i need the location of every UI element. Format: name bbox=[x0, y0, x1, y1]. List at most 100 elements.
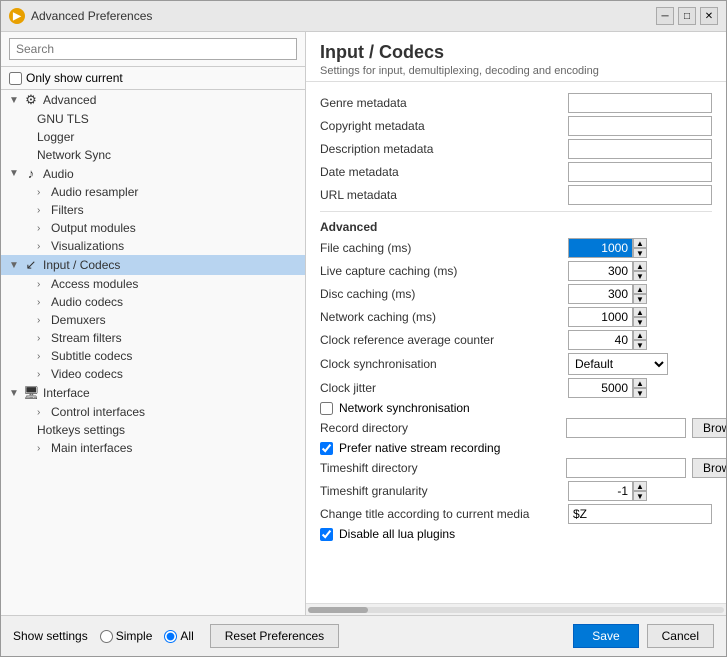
description-metadata-row: Description metadata bbox=[320, 139, 712, 159]
timeshift-directory-input[interactable] bbox=[566, 458, 686, 478]
disc-caching-up[interactable]: ▲ bbox=[633, 284, 647, 294]
sidebar-item-audio[interactable]: ▼ ♪ Audio bbox=[1, 164, 305, 183]
sidebar-item-network-sync[interactable]: Network Sync bbox=[33, 146, 305, 164]
prefer-native-checkbox[interactable] bbox=[320, 442, 333, 455]
visualizations-label: Visualizations bbox=[51, 239, 124, 253]
timeshift-granularity-up[interactable]: ▲ bbox=[633, 481, 647, 491]
sidebar-item-audio-resampler[interactable]: › Audio resampler bbox=[33, 183, 305, 201]
copyright-metadata-label: Copyright metadata bbox=[320, 119, 560, 133]
subtitle-codecs-label: Subtitle codecs bbox=[51, 349, 132, 363]
timeshift-granularity-input[interactable] bbox=[568, 481, 633, 501]
record-directory-label: Record directory bbox=[320, 421, 560, 435]
sidebar-item-advanced[interactable]: ▼ ⚙ Advanced bbox=[1, 90, 305, 110]
clock-jitter-spinner: ▲ ▼ bbox=[568, 378, 647, 398]
file-caching-up[interactable]: ▲ bbox=[633, 238, 647, 248]
date-metadata-input[interactable] bbox=[568, 162, 712, 182]
sidebar-item-visualizations[interactable]: › Visualizations bbox=[33, 237, 305, 255]
clock-reference-up[interactable]: ▲ bbox=[633, 330, 647, 340]
clock-jitter-row: Clock jitter ▲ ▼ bbox=[320, 378, 712, 398]
minimize-button[interactable]: ─ bbox=[656, 7, 674, 25]
url-metadata-input[interactable] bbox=[568, 185, 712, 205]
sidebar-item-filters[interactable]: › Filters bbox=[33, 201, 305, 219]
disc-caching-down[interactable]: ▼ bbox=[633, 294, 647, 304]
bottom-bar: Show settings Simple All Reset Preferenc… bbox=[1, 615, 726, 656]
cancel-button[interactable]: Cancel bbox=[647, 624, 714, 648]
file-caching-input[interactable] bbox=[568, 238, 633, 258]
video-codecs-label: Video codecs bbox=[51, 367, 123, 381]
maximize-button[interactable]: □ bbox=[678, 7, 696, 25]
radio-all[interactable] bbox=[164, 630, 177, 643]
clock-reference-input[interactable] bbox=[568, 330, 633, 350]
radio-simple-label: Simple bbox=[116, 629, 153, 643]
live-capture-spinner: ▲ ▼ bbox=[568, 261, 647, 281]
advanced-children: GNU TLS Logger Network Sync bbox=[1, 110, 305, 164]
description-metadata-input[interactable] bbox=[568, 139, 712, 159]
genre-metadata-input[interactable] bbox=[568, 93, 712, 113]
save-button[interactable]: Save bbox=[573, 624, 638, 648]
timeshift-granularity-row: Timeshift granularity ▲ ▼ bbox=[320, 481, 712, 501]
sidebar-item-audio-codecs[interactable]: › Audio codecs bbox=[33, 293, 305, 311]
disc-caching-input[interactable] bbox=[568, 284, 633, 304]
network-caching-spinner: ▲ ▼ bbox=[568, 307, 647, 327]
radio-simple[interactable] bbox=[100, 630, 113, 643]
genre-metadata-label: Genre metadata bbox=[320, 96, 560, 110]
chevron-right-icon: › bbox=[37, 279, 47, 290]
sidebar-item-main-interfaces[interactable]: › Main interfaces bbox=[33, 439, 305, 457]
scroll-thumb bbox=[308, 607, 368, 613]
right-panel: Input / Codecs Settings for input, demul… bbox=[306, 32, 726, 615]
audio-resampler-label: Audio resampler bbox=[51, 185, 138, 199]
network-sync-row: Network synchronisation bbox=[320, 401, 712, 415]
clock-reference-down[interactable]: ▼ bbox=[633, 340, 647, 350]
radio-simple-item[interactable]: Simple bbox=[100, 629, 153, 643]
clock-sync-select[interactable]: Default Custom bbox=[568, 353, 668, 375]
sidebar-item-demuxers[interactable]: › Demuxers bbox=[33, 311, 305, 329]
timeshift-directory-row: Timeshift directory Browse... bbox=[320, 458, 712, 478]
sidebar-item-interface[interactable]: ▼ 🖥 Interface bbox=[1, 383, 305, 403]
network-sync-checkbox[interactable] bbox=[320, 402, 333, 415]
close-button[interactable]: ✕ bbox=[700, 7, 718, 25]
live-capture-input[interactable] bbox=[568, 261, 633, 281]
chevron-right-icon: › bbox=[37, 351, 47, 362]
search-input[interactable] bbox=[9, 38, 297, 60]
sidebar-item-access-modules[interactable]: › Access modules bbox=[33, 275, 305, 293]
url-metadata-label: URL metadata bbox=[320, 188, 560, 202]
network-caching-up[interactable]: ▲ bbox=[633, 307, 647, 317]
sidebar-item-gnu-tls[interactable]: GNU TLS bbox=[33, 110, 305, 128]
input-codecs-icon: ↙ bbox=[23, 257, 39, 273]
clock-jitter-down[interactable]: ▼ bbox=[633, 388, 647, 398]
live-capture-down[interactable]: ▼ bbox=[633, 271, 647, 281]
clock-sync-label: Clock synchronisation bbox=[320, 357, 560, 371]
reset-preferences-button[interactable]: Reset Preferences bbox=[210, 624, 339, 648]
demuxers-label: Demuxers bbox=[51, 313, 106, 327]
sidebar-item-subtitle-codecs[interactable]: › Subtitle codecs bbox=[33, 347, 305, 365]
timeshift-directory-browse-button[interactable]: Browse... bbox=[692, 458, 726, 478]
chevron-right-icon: › bbox=[37, 369, 47, 380]
sidebar-item-output-modules[interactable]: › Output modules bbox=[33, 219, 305, 237]
sidebar-item-video-codecs[interactable]: › Video codecs bbox=[33, 365, 305, 383]
clock-jitter-up[interactable]: ▲ bbox=[633, 378, 647, 388]
sidebar-item-control-interfaces[interactable]: › Control interfaces bbox=[33, 403, 305, 421]
show-current-checkbox[interactable] bbox=[9, 72, 22, 85]
disc-caching-label: Disc caching (ms) bbox=[320, 287, 560, 301]
url-metadata-row: URL metadata bbox=[320, 185, 712, 205]
change-title-input[interactable] bbox=[568, 504, 712, 524]
live-capture-up[interactable]: ▲ bbox=[633, 261, 647, 271]
sidebar-item-input-codecs[interactable]: ▼ ↙ Input / Codecs bbox=[1, 255, 305, 275]
network-caching-down[interactable]: ▼ bbox=[633, 317, 647, 327]
radio-all-item[interactable]: All bbox=[164, 629, 193, 643]
disable-lua-label: Disable all lua plugins bbox=[339, 527, 455, 541]
timeshift-granularity-down[interactable]: ▼ bbox=[633, 491, 647, 501]
file-caching-down[interactable]: ▼ bbox=[633, 248, 647, 258]
sidebar-item-label: Interface bbox=[43, 386, 301, 400]
network-caching-input[interactable] bbox=[568, 307, 633, 327]
disable-lua-checkbox[interactable] bbox=[320, 528, 333, 541]
horizontal-scrollbar[interactable] bbox=[306, 603, 726, 615]
record-directory-input[interactable] bbox=[566, 418, 686, 438]
sidebar-item-stream-filters[interactable]: › Stream filters bbox=[33, 329, 305, 347]
sidebar-item-hotkeys-settings[interactable]: Hotkeys settings bbox=[33, 421, 305, 439]
timeshift-granularity-label: Timeshift granularity bbox=[320, 484, 560, 498]
record-directory-browse-button[interactable]: Browse... bbox=[692, 418, 726, 438]
clock-jitter-input[interactable] bbox=[568, 378, 633, 398]
copyright-metadata-input[interactable] bbox=[568, 116, 712, 136]
sidebar-item-logger[interactable]: Logger bbox=[33, 128, 305, 146]
